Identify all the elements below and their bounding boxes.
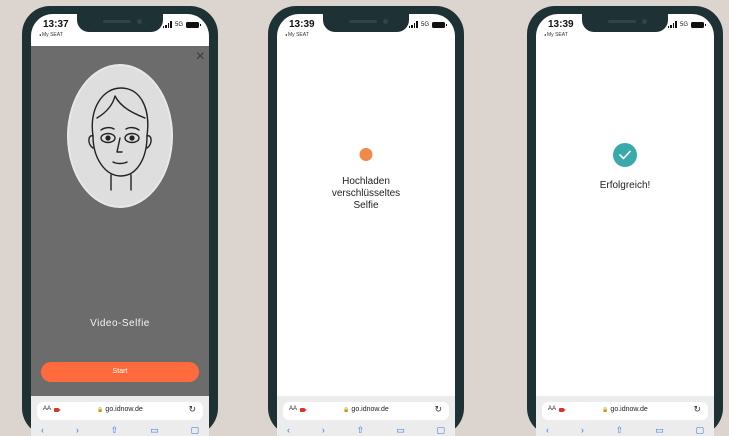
share-icon[interactable]: ⇧ [616,425,624,435]
lock-icon: 🔒 [602,407,609,413]
success-message: Erfolgreich! [599,180,651,191]
browser-bar: AA 🔒 go.idnow.de ↻ ‹ › ⇧ ▭ ▢ [31,396,209,436]
phone-uploading: 13:39 ◂My SEAT 5G Hochladen verschlüssel… [268,6,464,436]
lock-icon: 🔒 [343,407,350,413]
browser-nav: ‹ › ⇧ ▭ ▢ [41,425,199,435]
reload-icon[interactable]: ↻ [434,404,442,415]
screen-uploading: 13:39 ◂My SEAT 5G Hochladen verschlüssel… [277,14,455,436]
tabs-icon[interactable]: ▢ [436,425,445,435]
back-icon[interactable]: ‹ [41,425,44,435]
check-icon [619,150,631,160]
network-label: 5G [420,21,429,28]
signal-icon [408,21,418,28]
notch [582,14,668,32]
system-indicators: 5G [667,20,706,29]
reload-icon[interactable]: ↻ [188,404,196,415]
loading-dot-icon [359,148,373,161]
status-line: verschlüsseltes [331,188,401,199]
lock-icon: 🔒 [97,407,104,413]
phone-success: 13:39 ◂My SEAT 5G Erfolgreich! AA 🔒 go.id… [527,6,723,436]
battery-icon [432,21,447,28]
bookmarks-icon[interactable]: ▭ [655,425,664,435]
upload-status-text: Hochladen verschlüsseltes Selfie [277,176,455,212]
browser-bar: AA 🔒 go.idnow.de ↻ ‹ › ⇧ ▭ ▢ [277,396,455,436]
share-icon[interactable]: ⇧ [111,425,119,435]
forward-icon[interactable]: › [581,425,584,435]
url-text: 🔒 go.idnow.de [343,406,389,413]
signal-icon [667,21,677,28]
carrier-label: ◂My SEAT [39,32,63,38]
status-line: Hochladen [342,176,390,187]
face-illustration [88,87,152,191]
bookmarks-icon[interactable]: ▭ [150,425,159,435]
system-indicators: 5G [162,20,201,29]
share-icon[interactable]: ⇧ [357,425,365,435]
browser-nav: ‹ › ⇧ ▭ ▢ [287,425,445,435]
url-text: 🔒 go.idnow.de [97,406,143,413]
forward-icon[interactable]: › [322,425,325,435]
notch [77,14,163,32]
tabs-icon[interactable]: ▢ [695,425,704,435]
start-button[interactable]: Start [41,362,199,382]
reload-icon[interactable]: ↻ [693,404,701,415]
carrier-label: ◂My SEAT [285,32,309,38]
forward-icon[interactable]: › [76,425,79,435]
page-title: Video-Selfie [90,318,150,329]
phone-video-selfie: 13:37 ◂My SEAT 5G × Video-Selfie Start A… [22,6,218,436]
signal-icon [162,21,172,28]
check-circle-icon [613,143,637,167]
system-indicators: 5G [408,20,447,29]
network-label: 5G [679,21,688,28]
battery-icon [186,21,201,28]
battery-icon [691,21,706,28]
carrier-label: ◂My SEAT [544,32,568,38]
notch [323,14,409,32]
screen-success: 13:39 ◂My SEAT 5G Erfolgreich! AA 🔒 go.id… [536,14,714,436]
bookmarks-icon[interactable]: ▭ [396,425,405,435]
status-time: 13:39 [548,19,574,30]
network-label: 5G [174,21,183,28]
screen-video-selfie: 13:37 ◂My SEAT 5G × Video-Selfie Start A… [31,14,209,436]
tabs-icon[interactable]: ▢ [190,425,199,435]
status-time: 13:39 [289,19,315,30]
address-bar[interactable]: AA 🔒 go.idnow.de ↻ [37,402,203,420]
address-bar[interactable]: AA 🔒 go.idnow.de ↻ [542,402,708,420]
back-icon[interactable]: ‹ [546,425,549,435]
back-icon[interactable]: ‹ [287,425,290,435]
url-text: 🔒 go.idnow.de [602,406,648,413]
address-bar[interactable]: AA 🔒 go.idnow.de ↻ [283,402,449,420]
status-line: Selfie [353,200,379,211]
face-oval-frame [67,64,173,208]
status-time: 13:37 [43,19,69,30]
browser-bar: AA 🔒 go.idnow.de ↻ ‹ › ⇧ ▭ ▢ [536,396,714,436]
close-icon[interactable]: × [196,49,205,65]
browser-nav: ‹ › ⇧ ▭ ▢ [546,425,704,435]
